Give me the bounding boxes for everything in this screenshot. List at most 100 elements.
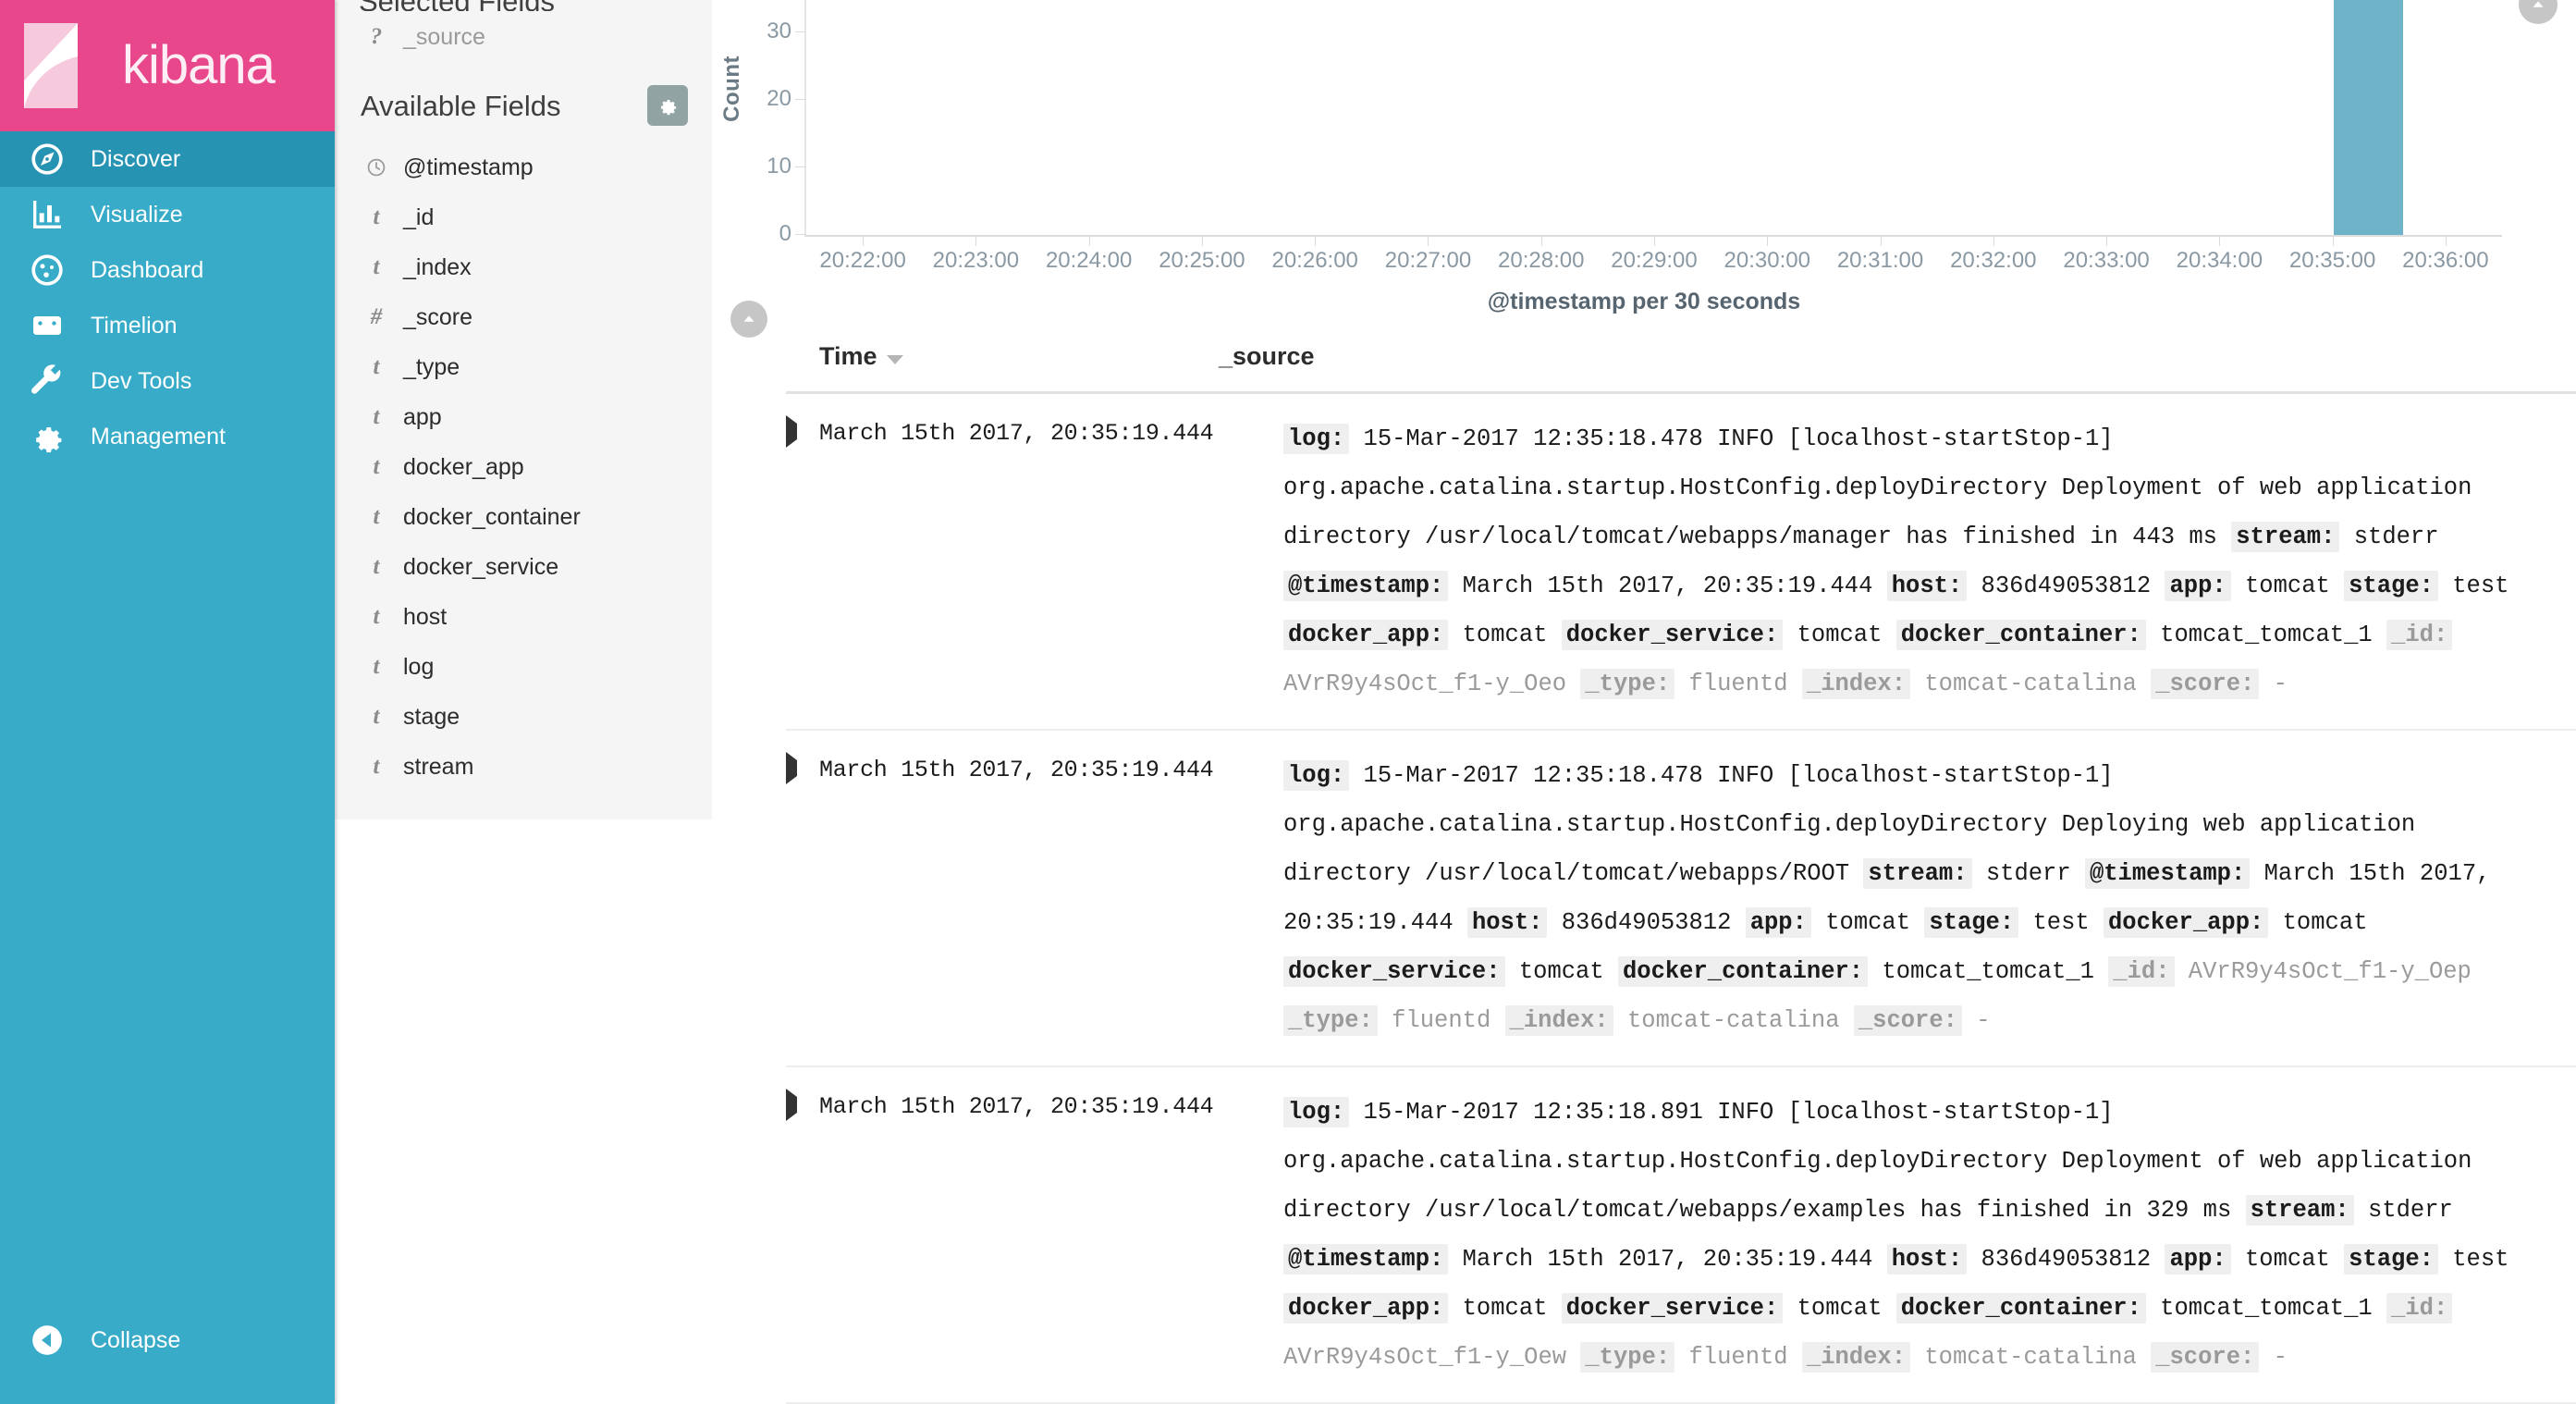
x-axis-gridtick xyxy=(975,235,977,246)
source-field-value: test xyxy=(2437,573,2509,599)
gear-icon xyxy=(28,417,67,456)
dashboard-icon xyxy=(28,251,67,289)
source-field-key: docker_container: xyxy=(1617,956,1869,987)
source-field-value: test xyxy=(2018,909,2104,936)
field-row-stream[interactable]: t stream xyxy=(359,742,688,792)
field-row-app[interactable]: t app xyxy=(359,392,688,442)
timelion-icon xyxy=(28,306,67,345)
x-axis-gridtick xyxy=(1767,235,1769,246)
source-field-value: tomcat xyxy=(1504,958,1618,985)
field-row-log[interactable]: t log xyxy=(359,642,688,692)
source-field-value: March 15th 2017, 20:35:19.444 xyxy=(1448,573,1887,599)
sidebar-item-timelion[interactable]: Timelion xyxy=(0,298,335,353)
sidebar-item-management[interactable]: Management xyxy=(0,409,335,464)
histogram-chart: Count 0 10 20 30 20:22:00 20:23:00 20:24:00 20… xyxy=(712,0,2576,338)
column-header-source[interactable]: _source xyxy=(1219,333,1315,371)
source-field-key: app: xyxy=(1745,907,1811,938)
table-header-row: Time _source xyxy=(786,333,2576,394)
x-axis-tick-label: 20:27:00 xyxy=(1384,248,1472,273)
brand-logo[interactable]: kibana xyxy=(0,0,335,131)
selected-field-source[interactable]: ? _source xyxy=(359,11,688,63)
field-type-icon: t xyxy=(373,554,380,579)
field-name: _id xyxy=(403,203,435,230)
source-field-value: tomcat_tomcat_1 xyxy=(2145,1295,2387,1322)
sidebar-item-label: Timelion xyxy=(91,312,178,339)
x-axis-tick-label: 20:35:00 xyxy=(2288,248,2376,273)
x-axis-gridtick xyxy=(1540,235,1542,246)
field-row-dockerapp[interactable]: t docker_app xyxy=(359,442,688,492)
field-row-dockercontainer[interactable]: t docker_container xyxy=(359,492,688,542)
table-row[interactable]: March 15th 2017, 20:35:19.444 log: 15-Mar… xyxy=(786,1067,2576,1404)
field-type-icon: # xyxy=(370,304,383,329)
source-field-value: tomcat_tomcat_1 xyxy=(1868,958,2109,985)
source-field-value: - xyxy=(2259,1344,2288,1371)
field-row-id[interactable]: t _id xyxy=(359,192,688,242)
table-row[interactable]: March 15th 2017, 20:35:19.444 log: 15-Mar… xyxy=(786,731,2576,1067)
y-axis-tickline xyxy=(795,31,806,32)
chevron-left-circle-icon xyxy=(28,1321,67,1360)
source-field-value: AVrR9y4sOct_f1-y_Oeo xyxy=(1283,671,1581,697)
field-name: _source xyxy=(403,23,485,50)
source-field-value: tomcat xyxy=(1810,909,1925,936)
field-settings-gear-icon[interactable] xyxy=(647,85,688,126)
source-field-key: @timestamp: xyxy=(2084,858,2251,889)
field-row-timestamp[interactable]: @timestamp xyxy=(359,142,688,192)
sidebar-item-label: Visualize xyxy=(91,201,183,228)
field-row-dockerservice[interactable]: t docker_service xyxy=(359,542,688,592)
source-field-key: _id: xyxy=(2108,956,2175,987)
column-header-time[interactable]: Time xyxy=(786,333,1219,371)
chart-collapse-button[interactable] xyxy=(730,301,767,338)
chevron-up-circle-icon xyxy=(743,315,754,322)
source-field-key: docker_app: xyxy=(1283,620,1449,650)
sidebar-item-discover[interactable]: Discover xyxy=(0,131,335,187)
wrench-icon xyxy=(28,362,67,400)
source-field-value: tomcat xyxy=(2230,573,2345,599)
x-axis-gridtick xyxy=(2219,235,2221,246)
nav-collapse-label: Collapse xyxy=(91,1326,181,1353)
y-axis-tick: 10 xyxy=(767,153,791,179)
field-type-icon: t xyxy=(373,754,380,779)
sidebar-item-visualize[interactable]: Visualize xyxy=(0,187,335,242)
source-field-value: tomcat xyxy=(1783,1295,1896,1322)
field-row-score[interactable]: # _score xyxy=(359,292,688,342)
x-axis-tick-label: 20:23:00 xyxy=(932,248,1020,273)
source-field-key: _type: xyxy=(1283,1005,1378,1036)
sidebar-item-dev-tools[interactable]: Dev Tools xyxy=(0,353,335,409)
documents-table: Time _source March 15th 2017, 20:35:19.4… xyxy=(712,333,2576,1404)
caret-right-icon xyxy=(786,415,797,448)
field-type-icon: t xyxy=(373,404,380,429)
selected-fields-title: Selected Fields xyxy=(359,0,688,11)
field-row-stage[interactable]: t stage xyxy=(359,692,688,742)
source-field-key: _id: xyxy=(2386,1293,2453,1324)
source-field-value: tomcat xyxy=(2268,909,2368,936)
source-field-value: test xyxy=(2437,1246,2509,1273)
source-field-value: 836d49053812 xyxy=(1967,1246,2165,1273)
nav-collapse-button[interactable]: Collapse xyxy=(0,1321,180,1360)
discover-main: Count 0 10 20 30 20:22:00 20:23:00 20:24:00 20… xyxy=(712,0,2576,1404)
source-field-key: host: xyxy=(1466,907,1548,938)
source-field-value: stderr xyxy=(1971,860,2085,887)
chart-x-axis-label: @timestamp per 30 seconds xyxy=(1487,289,1801,314)
field-type-icon: t xyxy=(373,454,380,479)
table-body: March 15th 2017, 20:35:19.444 log: 15-Mar… xyxy=(712,394,2576,1404)
expand-row-button[interactable] xyxy=(786,751,819,784)
expand-row-button[interactable] xyxy=(786,1088,819,1121)
x-axis-gridtick xyxy=(1654,235,1655,246)
table-row[interactable]: March 15th 2017, 20:35:19.444 log: 15-Mar… xyxy=(786,394,2576,731)
sidebar-item-dashboard[interactable]: Dashboard xyxy=(0,242,335,298)
field-type-icon: t xyxy=(373,504,380,529)
field-row-index[interactable]: t _index xyxy=(359,242,688,292)
sidebar-item-label: Discover xyxy=(91,145,181,172)
x-axis-gridtick xyxy=(863,235,865,246)
field-name: stage xyxy=(403,703,460,730)
caret-right-icon xyxy=(786,752,797,784)
field-row-host[interactable]: t host xyxy=(359,592,688,642)
chart-y-axis-ticks: 0 10 20 30 xyxy=(740,0,791,246)
source-field-key: app: xyxy=(2165,571,2231,601)
source-field-key: docker_service: xyxy=(1283,956,1505,987)
source-field-value: tomcat-catalina xyxy=(1910,671,2152,697)
histogram-bar[interactable] xyxy=(2333,0,2404,235)
field-sidebar: Selected Fields ? _source Available Fiel… xyxy=(335,0,712,819)
expand-row-button[interactable] xyxy=(786,414,819,448)
field-row-type[interactable]: t _type xyxy=(359,342,688,392)
